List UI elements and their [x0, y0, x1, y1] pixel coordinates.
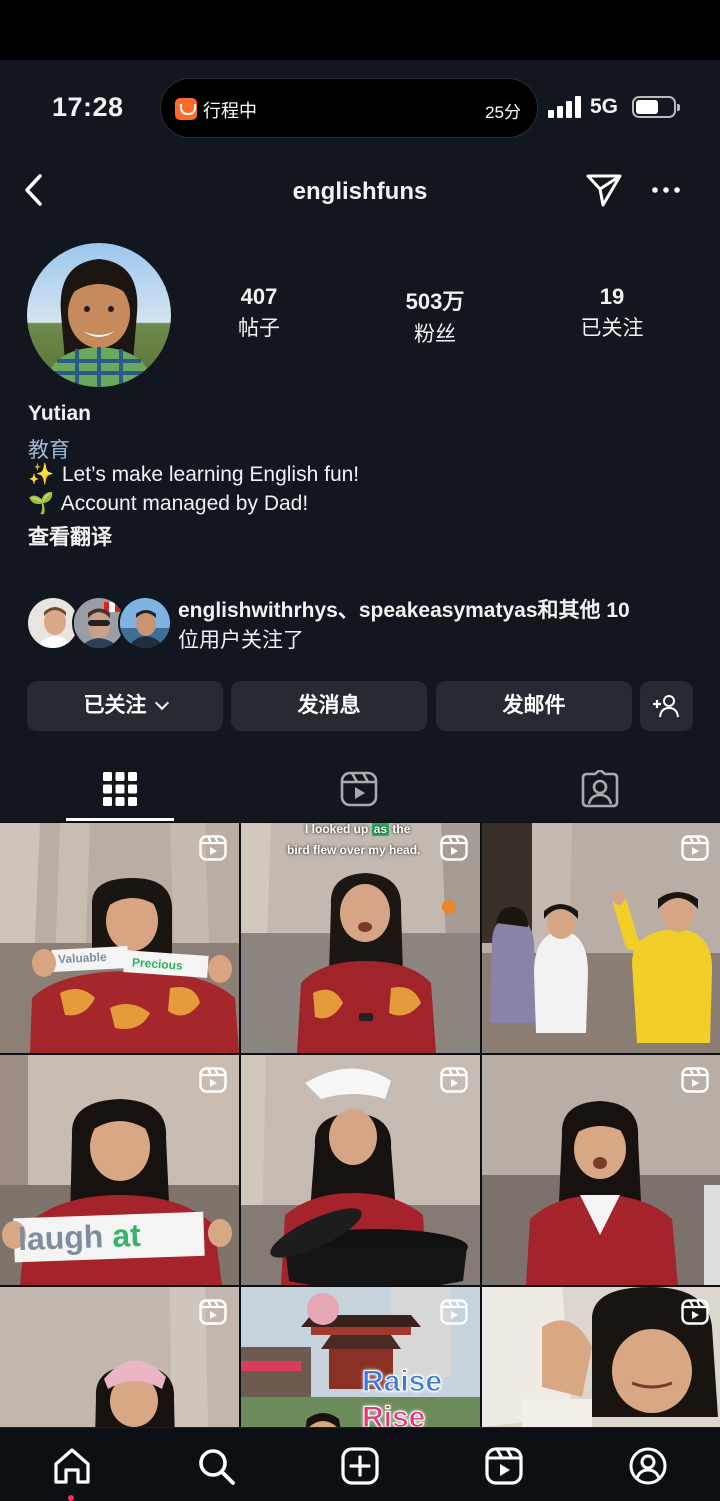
- email-button[interactable]: 发邮件: [436, 681, 632, 731]
- profile-section: 407 帖子 503万 粉丝 19 已关注 Yutian 教育 ✨ Let’s …: [0, 226, 720, 756]
- top-bezel: [0, 0, 720, 60]
- stat-followers[interactable]: 503万 粉丝: [365, 284, 505, 348]
- ride-app-icon: [175, 98, 197, 120]
- content-tabs: [0, 756, 720, 822]
- reels-icon: [340, 771, 378, 807]
- grid-post[interactable]: I looked up as the bird flew over my hea…: [241, 823, 480, 1053]
- reel-badge-icon: [681, 1299, 709, 1325]
- island-activity-text: 行程中: [203, 101, 257, 121]
- stat-followers-label: 粉丝: [414, 323, 456, 346]
- message-button[interactable]: 发消息: [231, 681, 427, 731]
- email-button-label: 发邮件: [502, 694, 566, 717]
- grid-post[interactable]: Valuable Precious: [0, 823, 239, 1053]
- battery-icon: [632, 96, 680, 118]
- signal-icon: [548, 96, 582, 118]
- reel-badge-icon: [681, 835, 709, 861]
- stat-posts-label: 帖子: [238, 317, 280, 340]
- stat-following[interactable]: 19 已关注: [542, 284, 682, 342]
- reel-badge-icon: [199, 1299, 227, 1325]
- bottom-navigation: [0, 1427, 720, 1501]
- profile-avatar[interactable]: [27, 243, 171, 387]
- tagged-person-icon: [581, 770, 619, 808]
- profile-header: englishfuns: [0, 156, 720, 226]
- chevron-down-icon: [154, 695, 169, 711]
- following-button[interactable]: 已关注: [27, 681, 223, 731]
- followed-by-line1: englishwithrhys、speakeasymatyas和其他 10: [178, 599, 630, 622]
- seedling-icon: 🌱: [28, 492, 55, 515]
- grid-post[interactable]: [482, 1055, 720, 1285]
- follower-avatar: [118, 596, 172, 650]
- message-button-label: 发消息: [297, 694, 361, 717]
- caption-text: Raise: [361, 1365, 443, 1399]
- reel-badge-icon: [199, 835, 227, 861]
- stat-posts-value: 407: [240, 284, 278, 309]
- grid-post[interactable]: laugh at: [0, 1055, 239, 1285]
- home-icon[interactable]: [52, 1446, 92, 1486]
- caption-text: bird flew over my head.: [287, 843, 421, 857]
- status-time: 17:28: [52, 92, 124, 122]
- stat-following-value: 19: [599, 284, 625, 309]
- see-translation-link[interactable]: 查看翻译: [28, 521, 112, 551]
- grid-post[interactable]: [0, 1287, 239, 1427]
- followed-by-row[interactable]: englishwithrhys、speakeasymatyas和其他 10 位用…: [26, 596, 686, 656]
- bio-line: 🌱 Account managed by Dad!: [28, 492, 308, 516]
- create-post-icon[interactable]: [340, 1446, 380, 1486]
- stat-posts[interactable]: 407 帖子: [189, 284, 329, 342]
- grid-post[interactable]: [482, 823, 720, 1053]
- bio-line: ✨ Let’s make learning English fun!: [28, 463, 359, 487]
- reel-badge-icon: [681, 1067, 709, 1093]
- tab-reels[interactable]: [240, 756, 480, 822]
- send-icon[interactable]: [585, 172, 623, 208]
- caption-text: Rise: [361, 1401, 426, 1428]
- display-name: Yutian: [28, 402, 92, 425]
- grid-post[interactable]: [241, 1055, 480, 1285]
- bio-text: Let’s make learning English fun!: [61, 463, 360, 486]
- stat-followers-value: 503万: [405, 289, 465, 314]
- tab-tagged[interactable]: [480, 756, 720, 822]
- caption-text: I looked up as the: [305, 823, 411, 836]
- followed-by-line2: 位用户关注了: [178, 629, 304, 652]
- stat-following-label: 已关注: [580, 317, 644, 340]
- followed-by-text: englishwithrhys、speakeasymatyas和其他 10 位用…: [178, 596, 698, 656]
- reel-badge-icon: [199, 1067, 227, 1093]
- reels-nav-icon[interactable]: [484, 1446, 524, 1486]
- tab-posts-grid[interactable]: [0, 756, 240, 822]
- reel-badge-icon: [440, 1067, 468, 1093]
- island-eta-text: 25分: [485, 103, 521, 122]
- grid-post[interactable]: Raise Rise: [241, 1287, 480, 1427]
- sparkles-icon: ✨: [28, 463, 55, 486]
- grid-icon: [103, 772, 137, 806]
- network-type: 5G: [590, 95, 619, 118]
- active-tab-indicator: [66, 818, 174, 821]
- caption-text: laugh at: [17, 1216, 142, 1258]
- following-button-label: 已关注: [83, 694, 147, 717]
- more-options-icon[interactable]: [650, 174, 682, 206]
- posts-grid: Valuable Precious I looked up as the bir…: [0, 823, 720, 1427]
- search-icon[interactable]: [196, 1446, 236, 1486]
- reel-badge-icon: [440, 1299, 468, 1325]
- suggested-users-button[interactable]: [640, 681, 693, 731]
- grid-post[interactable]: [482, 1287, 720, 1427]
- caption-text: Valuable: [57, 949, 108, 967]
- dynamic-island[interactable]: 行程中 25分: [160, 78, 538, 138]
- profile-category[interactable]: 教育: [28, 434, 70, 464]
- notification-dot: [68, 1495, 74, 1501]
- add-person-icon: [653, 695, 679, 718]
- profile-nav-icon[interactable]: [628, 1446, 668, 1486]
- reel-badge-icon: [440, 835, 468, 861]
- bio-text: Account managed by Dad!: [60, 492, 309, 515]
